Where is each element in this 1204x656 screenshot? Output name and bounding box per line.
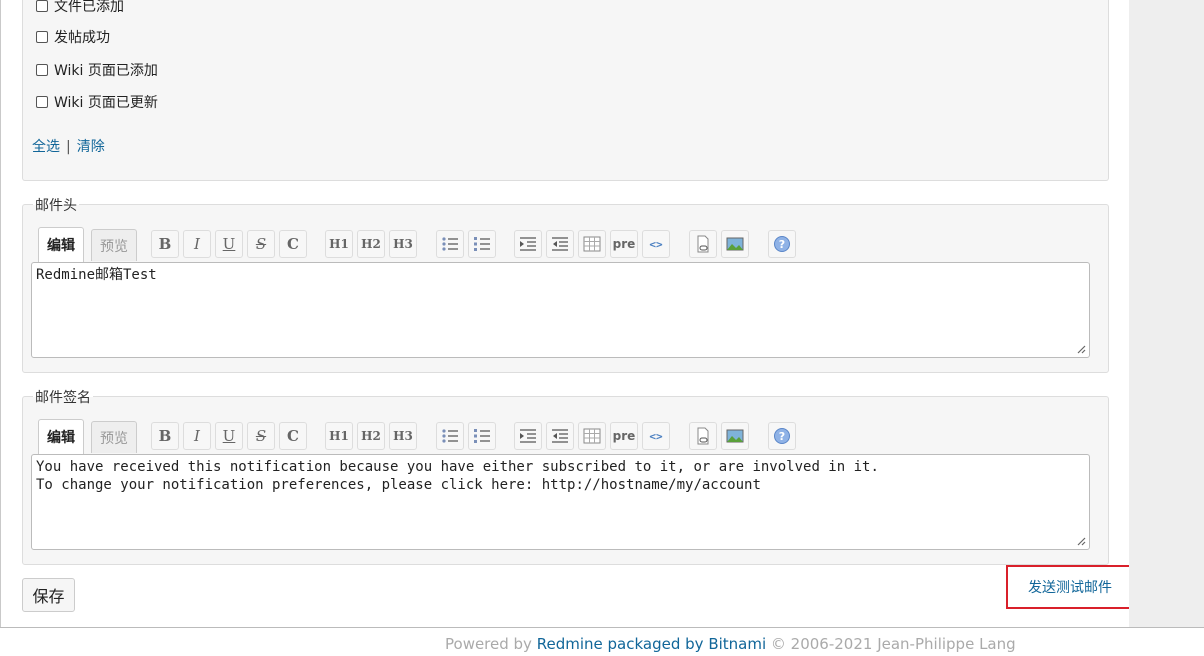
inline-code-button[interactable]: <> bbox=[642, 230, 670, 258]
email-header-textarea[interactable]: Redmine邮箱Test bbox=[31, 262, 1090, 358]
svg-text:?: ? bbox=[779, 238, 785, 251]
redmine-link[interactable]: Redmine bbox=[537, 635, 603, 653]
attachment-icon bbox=[697, 427, 709, 445]
main-content: 文件已添加 发帖成功 Wiki 页面已添加 Wiki 页面已更新 全选 | 清除 邮… bbox=[0, 0, 1134, 627]
checkbox[interactable] bbox=[36, 31, 48, 43]
resize-handle-icon[interactable] bbox=[1076, 344, 1086, 354]
table-icon bbox=[583, 428, 601, 444]
indent-icon bbox=[520, 237, 536, 251]
clear-link[interactable]: 清除 bbox=[77, 139, 105, 155]
checkbox-label: 文件已添加 bbox=[54, 0, 124, 15]
right-sidebar-gutter bbox=[1129, 0, 1204, 627]
notification-options-box: 文件已添加 发帖成功 Wiki 页面已添加 Wiki 页面已更新 全选 | 清除 bbox=[22, 0, 1109, 181]
notify-wiki-updated[interactable]: Wiki 页面已更新 bbox=[36, 92, 158, 112]
unordered-list-button[interactable] bbox=[436, 230, 464, 258]
strikethrough-button[interactable]: S bbox=[247, 230, 275, 258]
table-button[interactable] bbox=[578, 230, 606, 258]
checkbox-label: 发帖成功 bbox=[54, 30, 110, 46]
heading1-button[interactable]: H1 bbox=[325, 230, 353, 258]
underline-button[interactable]: U bbox=[215, 230, 243, 258]
bitnami-link[interactable]: Bitnami bbox=[708, 635, 766, 653]
numbered-list-icon bbox=[474, 237, 490, 251]
attachment-link-button[interactable] bbox=[689, 422, 717, 450]
pre-button[interactable]: pre bbox=[610, 422, 638, 450]
email-header-legend: 邮件头 bbox=[33, 195, 79, 215]
indent-button[interactable] bbox=[514, 422, 542, 450]
notify-file-added[interactable]: 文件已添加 bbox=[36, 0, 124, 16]
outdent-button[interactable] bbox=[546, 230, 574, 258]
heading2-button[interactable]: H2 bbox=[357, 230, 385, 258]
outdent-icon bbox=[552, 237, 568, 251]
footer-copyright: © 2006-2021 Jean-Philippe Lang bbox=[766, 635, 1016, 653]
email-signature-fieldset: 邮件签名 编辑 预览 B I U S C H1 H2 H3 pre <> ? Y… bbox=[22, 387, 1109, 565]
svg-text:?: ? bbox=[779, 430, 785, 443]
bullet-list-icon bbox=[442, 237, 458, 251]
italic-button[interactable]: I bbox=[183, 422, 211, 450]
ordered-list-button[interactable] bbox=[468, 230, 496, 258]
numbered-list-icon bbox=[474, 429, 490, 443]
heading2-button[interactable]: H2 bbox=[357, 422, 385, 450]
ordered-list-button[interactable] bbox=[468, 422, 496, 450]
checkbox[interactable] bbox=[36, 64, 48, 76]
heading3-button[interactable]: H3 bbox=[389, 230, 417, 258]
heading3-button[interactable]: H3 bbox=[389, 422, 417, 450]
email-signature-legend: 邮件签名 bbox=[33, 387, 93, 407]
checkbox[interactable] bbox=[36, 0, 48, 12]
select-links: 全选 | 清除 bbox=[32, 136, 105, 156]
code-button[interactable]: C bbox=[279, 422, 307, 450]
italic-button[interactable]: I bbox=[183, 230, 211, 258]
help-button[interactable]: ? bbox=[768, 230, 796, 258]
image-icon bbox=[726, 237, 744, 251]
tab-edit[interactable]: 编辑 bbox=[38, 419, 84, 454]
test-mail-highlight-box: 发送测试邮件 bbox=[1006, 565, 1134, 609]
link-separator: | bbox=[66, 139, 71, 155]
notify-wiki-added[interactable]: Wiki 页面已添加 bbox=[36, 60, 158, 80]
footer-packaged-by: packaged by bbox=[602, 635, 709, 653]
save-button[interactable]: 保存 bbox=[22, 578, 75, 612]
image-button[interactable] bbox=[721, 422, 749, 450]
checkbox-label: Wiki 页面已添加 bbox=[54, 63, 158, 79]
select-all-link[interactable]: 全选 bbox=[32, 139, 60, 155]
email-signature-textarea[interactable]: You have received this notification beca… bbox=[31, 454, 1090, 550]
outdent-icon bbox=[552, 429, 568, 443]
tab-preview[interactable]: 预览 bbox=[91, 421, 137, 453]
inline-code-button[interactable]: <> bbox=[642, 422, 670, 450]
underline-button[interactable]: U bbox=[215, 422, 243, 450]
send-test-mail-link[interactable]: 发送测试邮件 bbox=[1028, 577, 1112, 597]
checkbox-label: Wiki 页面已更新 bbox=[54, 95, 158, 111]
bullet-list-icon bbox=[442, 429, 458, 443]
footer-text: Powered by Redmine packaged by Bitnami ©… bbox=[445, 635, 1016, 653]
attachment-icon bbox=[697, 235, 709, 253]
checkbox[interactable] bbox=[36, 96, 48, 108]
tab-edit[interactable]: 编辑 bbox=[38, 227, 84, 262]
notify-message-posted[interactable]: 发帖成功 bbox=[36, 27, 110, 47]
bold-button[interactable]: B bbox=[151, 422, 179, 450]
help-button[interactable]: ? bbox=[768, 422, 796, 450]
indent-icon bbox=[520, 429, 536, 443]
resize-handle-icon[interactable] bbox=[1076, 536, 1086, 546]
tab-preview[interactable]: 预览 bbox=[91, 229, 137, 261]
pre-button[interactable]: pre bbox=[610, 230, 638, 258]
help-icon: ? bbox=[774, 428, 790, 444]
image-icon bbox=[726, 429, 744, 443]
code-button[interactable]: C bbox=[279, 230, 307, 258]
email-header-fieldset: 邮件头 编辑 预览 B I U S C H1 H2 H3 pre <> ? Re… bbox=[22, 195, 1109, 373]
footer: Powered by Redmine packaged by Bitnami ©… bbox=[0, 627, 1204, 656]
strikethrough-button[interactable]: S bbox=[247, 422, 275, 450]
attachment-link-button[interactable] bbox=[689, 230, 717, 258]
table-icon bbox=[583, 236, 601, 252]
footer-powered-by: Powered by bbox=[445, 635, 532, 653]
table-button[interactable] bbox=[578, 422, 606, 450]
unordered-list-button[interactable] bbox=[436, 422, 464, 450]
heading1-button[interactable]: H1 bbox=[325, 422, 353, 450]
bold-button[interactable]: B bbox=[151, 230, 179, 258]
help-icon: ? bbox=[774, 236, 790, 252]
outdent-button[interactable] bbox=[546, 422, 574, 450]
indent-button[interactable] bbox=[514, 230, 542, 258]
image-button[interactable] bbox=[721, 230, 749, 258]
